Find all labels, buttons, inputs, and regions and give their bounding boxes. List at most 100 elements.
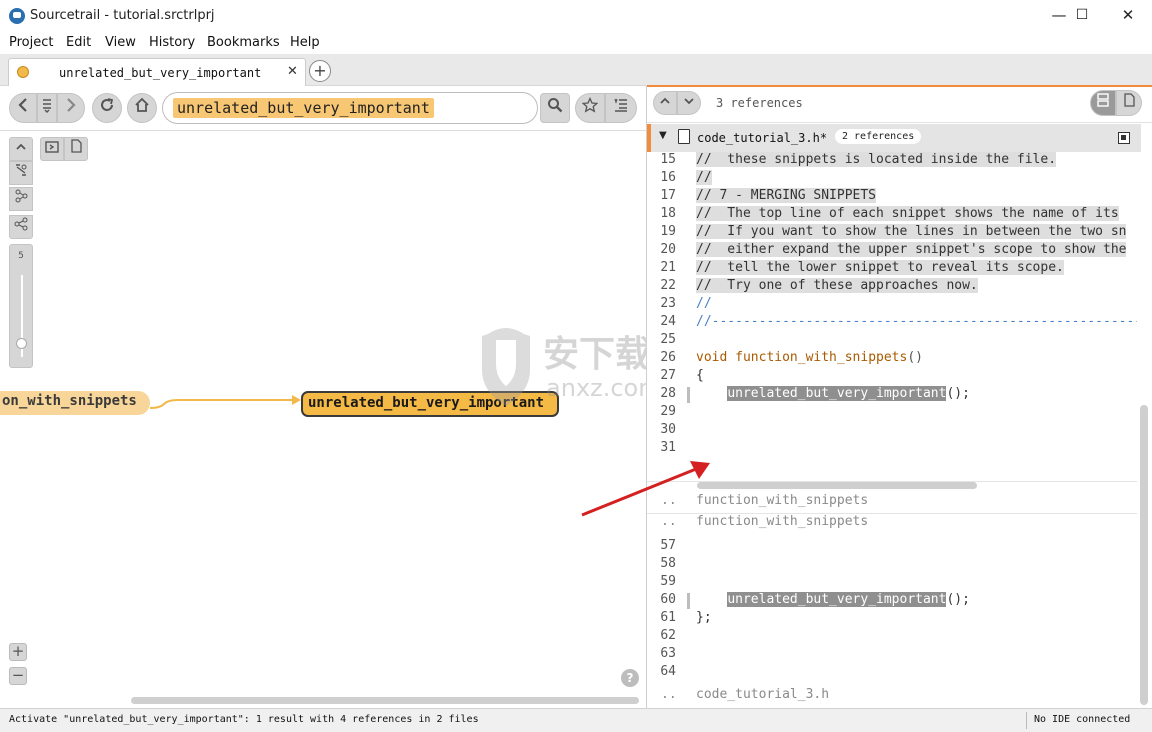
- code-line[interactable]: 62: [647, 628, 1137, 646]
- code-line[interactable]: 63: [647, 646, 1137, 664]
- graph-horizontal-scrollbar[interactable]: [131, 697, 639, 704]
- collapse-controls-button[interactable]: [9, 137, 33, 161]
- code-line[interactable]: 18 // The top line of each snippet shows …: [647, 206, 1137, 224]
- collapse-file-icon[interactable]: ▼: [659, 130, 667, 141]
- code-line[interactable]: 60 unrelated_but_very_important();: [647, 592, 1137, 610]
- search-button[interactable]: [540, 93, 570, 123]
- code-line[interactable]: 16 //: [647, 170, 1137, 188]
- line-number: 62: [660, 628, 676, 643]
- graph-edge-call[interactable]: [150, 394, 310, 414]
- group-namespace-button[interactable]: [9, 161, 33, 185]
- chevron-down-icon: [684, 98, 694, 105]
- file-scope-footer[interactable]: .. code_tutorial_3.h: [647, 687, 1137, 705]
- code-text: // The top line of each snippet shows th…: [696, 206, 1119, 221]
- snippet-scope-lower[interactable]: .. function_with_snippets: [647, 514, 1137, 532]
- reference-highlight[interactable]: unrelated_but_very_important: [727, 386, 947, 401]
- scope-label[interactable]: function_with_snippets: [696, 493, 868, 508]
- snippet-scope-upper[interactable]: .. function_with_snippets: [647, 493, 1137, 511]
- scope-label[interactable]: code_tutorial_3.h: [696, 687, 829, 702]
- zoom-in-button[interactable]: +: [9, 643, 27, 661]
- menu-history[interactable]: History: [149, 35, 195, 50]
- zoom-out-button[interactable]: −: [9, 667, 27, 685]
- single-file-mode-button[interactable]: [1116, 90, 1142, 116]
- code-line[interactable]: 26 void function_with_snippets(): [647, 350, 1137, 368]
- maximize-file-icon[interactable]: [1118, 132, 1130, 144]
- code-line[interactable]: 59: [647, 574, 1137, 592]
- code-line[interactable]: 61};: [647, 610, 1137, 628]
- scope-label[interactable]: function_with_snippets: [696, 514, 868, 529]
- tab-close-icon[interactable]: ✕: [287, 64, 298, 79]
- code-text: // 7 - MERGING SNIPPETS: [696, 188, 877, 203]
- line-number: 27: [660, 368, 676, 383]
- app-icon: [9, 8, 25, 24]
- help-icon[interactable]: ?: [621, 669, 639, 687]
- code-line[interactable]: 31: [647, 440, 1137, 458]
- watermark-text: 安下载: [543, 334, 651, 375]
- graph-legend-button[interactable]: [64, 137, 88, 161]
- history-list-button[interactable]: [37, 93, 57, 123]
- close-button[interactable]: ✕: [1105, 4, 1151, 28]
- line-number: 17: [660, 188, 676, 203]
- line-number: 63: [660, 646, 676, 661]
- refresh-button[interactable]: [92, 93, 122, 123]
- tab-active[interactable]: unrelated_but_very_important ✕: [8, 58, 306, 86]
- back-button[interactable]: [9, 93, 37, 123]
- group-file-button[interactable]: [9, 187, 33, 211]
- code-line[interactable]: 17 // 7 - MERGING SNIPPETS: [647, 188, 1137, 206]
- snippet-horizontal-scrollbar[interactable]: [697, 482, 977, 489]
- reference-highlight[interactable]: unrelated_but_very_important: [727, 592, 947, 607]
- code-text: // If you want to show the lines in betw…: [696, 224, 1127, 239]
- history-list-icon: [43, 99, 51, 113]
- code-line[interactable]: 64: [647, 664, 1137, 682]
- menu-project[interactable]: Project: [9, 35, 53, 50]
- line-number: 64: [660, 664, 676, 679]
- code-text: // tell the lower snippet to reveal its …: [696, 260, 1064, 275]
- search-query-token[interactable]: unrelated_but_very_important: [173, 98, 434, 118]
- active-line-marker: [687, 387, 690, 403]
- code-function-name[interactable]: function_with_snippets: [735, 350, 907, 365]
- code-snippets[interactable]: 15 // these snippets is located inside th…: [647, 152, 1137, 708]
- code-line[interactable]: 19 // If you want to show the lines in be…: [647, 224, 1137, 242]
- layout-button[interactable]: [9, 215, 33, 239]
- line-number: 25: [660, 332, 676, 347]
- code-line[interactable]: 58: [647, 556, 1137, 574]
- depth-handle[interactable]: [16, 338, 27, 349]
- next-reference-button[interactable]: [677, 91, 701, 115]
- search-input[interactable]: unrelated_but_very_important: [162, 92, 538, 124]
- add-tab-button[interactable]: +: [309, 60, 331, 82]
- file-header[interactable]: ▼ code_tutorial_3.h* 2 references: [647, 124, 1141, 152]
- graph-screenshot-button[interactable]: [40, 137, 64, 161]
- menu-edit[interactable]: Edit: [66, 35, 91, 50]
- bookmark-manager-button[interactable]: [605, 93, 637, 123]
- code-line[interactable]: 20 // either expand the upper snippet's s…: [647, 242, 1137, 260]
- line-number: 61: [660, 610, 676, 625]
- code-vertical-scrollbar[interactable]: [1140, 405, 1148, 705]
- graph-node-function-with-snippets[interactable]: on_with_snippets: [0, 391, 150, 415]
- tab-label: unrelated_but_very_important: [59, 66, 262, 80]
- code-line[interactable]: 29: [647, 404, 1137, 422]
- bookmark-button[interactable]: [575, 93, 605, 123]
- snippet-separator: [647, 513, 1137, 514]
- code-line[interactable]: 57: [647, 538, 1137, 556]
- code-line[interactable]: 15 // these snippets is located inside th…: [647, 152, 1137, 170]
- code-line[interactable]: 22 // Try one of these approaches now.: [647, 278, 1137, 296]
- code-line[interactable]: 30: [647, 422, 1137, 440]
- previous-reference-button[interactable]: [653, 91, 677, 115]
- code-line[interactable]: 23 //: [647, 296, 1137, 314]
- file-name[interactable]: code_tutorial_3.h*: [697, 131, 827, 145]
- menu-view[interactable]: View: [105, 35, 136, 50]
- line-number: 16: [660, 170, 676, 185]
- code-punctuation: (): [907, 350, 923, 365]
- menu-help[interactable]: Help: [290, 35, 320, 50]
- snippet-mode-button[interactable]: [1090, 90, 1116, 116]
- depth-slider[interactable]: 5: [9, 244, 33, 368]
- code-text: // these snippets is located inside the …: [696, 152, 1057, 167]
- home-button[interactable]: [127, 93, 157, 123]
- maximize-button[interactable]: ☐: [1059, 4, 1105, 28]
- code-line[interactable]: 24 //------------------------------------…: [647, 314, 1137, 332]
- code-line[interactable]: 21 // tell the lower snippet to reveal it…: [647, 260, 1137, 278]
- code-line[interactable]: 27 {: [647, 368, 1137, 386]
- code-line[interactable]: 28 unrelated_but_very_important();: [647, 386, 1137, 404]
- code-line[interactable]: 25: [647, 332, 1137, 350]
- menu-bookmarks[interactable]: Bookmarks: [207, 35, 280, 50]
